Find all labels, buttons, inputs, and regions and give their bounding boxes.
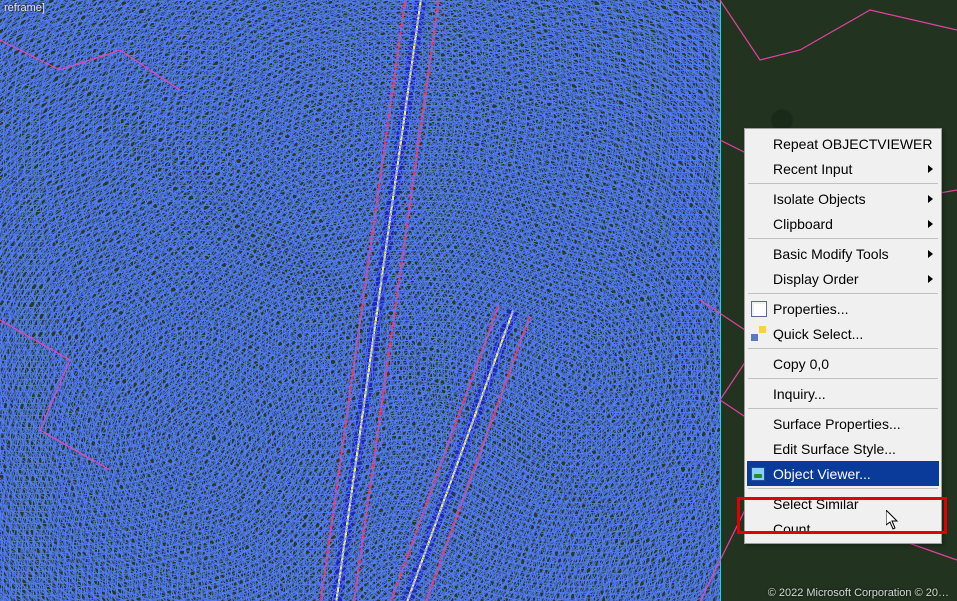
menu-basic-modify-tools[interactable]: Basic Modify Tools <box>747 241 939 266</box>
menu-label: Object Viewer... <box>773 466 871 482</box>
chevron-right-icon <box>928 165 933 173</box>
menu-label: Basic Modify Tools <box>773 246 889 262</box>
menu-label: Repeat OBJECTVIEWER <box>773 136 933 152</box>
menu-separator <box>748 488 938 489</box>
chevron-right-icon <box>928 195 933 203</box>
menu-label: Display Order <box>773 271 859 287</box>
properties-icon <box>751 301 767 317</box>
menu-label: Surface Properties... <box>773 416 901 432</box>
menu-copy-00[interactable]: Copy 0,0 <box>747 351 939 376</box>
menu-label: Clipboard <box>773 216 833 232</box>
context-menu: Repeat OBJECTVIEWER Recent Input Isolate… <box>744 128 942 544</box>
menu-separator <box>748 238 938 239</box>
chevron-right-icon <box>928 220 933 228</box>
menu-properties[interactable]: Properties... <box>747 296 939 321</box>
menu-separator <box>748 348 938 349</box>
menu-clipboard[interactable]: Clipboard <box>747 211 939 236</box>
menu-separator <box>748 408 938 409</box>
menu-isolate-objects[interactable]: Isolate Objects <box>747 186 939 211</box>
menu-separator <box>748 378 938 379</box>
menu-recent-input[interactable]: Recent Input <box>747 156 939 181</box>
object-viewer-icon <box>751 467 765 481</box>
menu-label: Quick Select... <box>773 326 863 342</box>
menu-edit-surface-style[interactable]: Edit Surface Style... <box>747 436 939 461</box>
quick-select-icon <box>751 326 767 342</box>
menu-label: Inquiry... <box>773 386 826 402</box>
imagery-copyright: © 2022 Microsoft Corporation © 20… <box>768 587 949 599</box>
menu-label: Count <box>773 521 810 537</box>
menu-label: Select Similar <box>773 496 859 512</box>
menu-select-similar[interactable]: Select Similar <box>747 491 939 516</box>
menu-label: Properties... <box>773 301 848 317</box>
menu-label: Isolate Objects <box>773 191 866 207</box>
surface-contours <box>0 0 721 601</box>
menu-separator <box>748 183 938 184</box>
menu-object-viewer[interactable]: Object Viewer... <box>747 461 939 486</box>
menu-label: Recent Input <box>773 161 852 177</box>
chevron-right-icon <box>928 250 933 258</box>
menu-separator <box>748 293 938 294</box>
menu-count[interactable]: Count <box>747 516 939 541</box>
menu-quick-select[interactable]: Quick Select... <box>747 321 939 346</box>
chevron-right-icon <box>928 275 933 283</box>
menu-label: Edit Surface Style... <box>773 441 896 457</box>
road-corridor <box>222 0 537 601</box>
menu-label: Copy 0,0 <box>773 356 829 372</box>
menu-display-order[interactable]: Display Order <box>747 266 939 291</box>
viewport-label: reframe] <box>4 2 45 14</box>
road-corridor <box>278 274 622 601</box>
menu-repeat-objectviewer[interactable]: Repeat OBJECTVIEWER <box>747 131 939 156</box>
menu-surface-properties[interactable]: Surface Properties... <box>747 411 939 436</box>
menu-inquiry[interactable]: Inquiry... <box>747 381 939 406</box>
